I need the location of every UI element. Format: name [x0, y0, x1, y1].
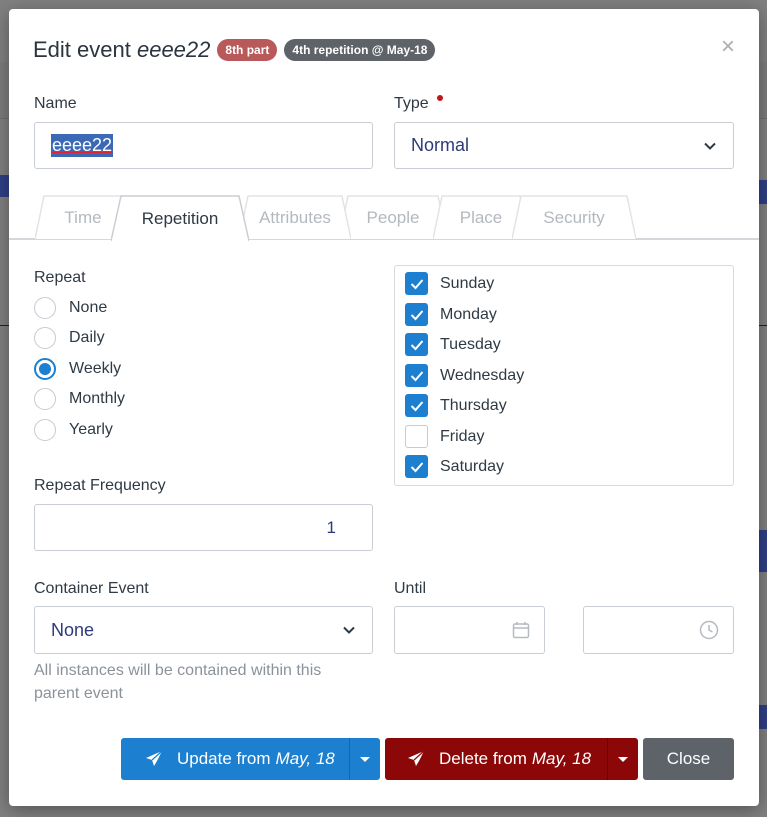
type-label: Type — [394, 95, 443, 113]
container-event-label: Container Event — [34, 580, 149, 597]
checkbox-checked[interactable] — [405, 303, 428, 326]
edit-event-modal: Edit event eeee22 8th part 4th repetitio… — [9, 9, 759, 806]
day-wednesday[interactable]: Wednesday — [405, 364, 524, 387]
day-saturday[interactable]: Saturday — [405, 455, 504, 478]
repeat-option-yearly[interactable]: Yearly — [34, 419, 113, 441]
day-tuesday[interactable]: Tuesday — [405, 333, 501, 356]
modal-header: Edit event eeee22 8th part 4th repetitio… — [33, 35, 735, 64]
repetition-badge: 4th repetition @ May-18 — [284, 39, 436, 61]
chevron-down-icon — [704, 142, 716, 150]
repeat-frequency-input[interactable]: 1 — [34, 504, 373, 551]
tab-security[interactable]: Security — [512, 195, 636, 240]
repeat-option-weekly[interactable]: Weekly — [34, 358, 121, 380]
event-name: eeee22 — [136, 37, 211, 62]
radio-button-selected[interactable] — [34, 358, 56, 380]
container-event-help: All instances will be contained within t… — [34, 662, 322, 702]
calendar-icon[interactable] — [512, 621, 530, 639]
delete-from-button[interactable]: Delete from May, 18 — [385, 738, 607, 780]
title-prefix: Edit event — [33, 37, 131, 62]
checkbox-checked[interactable] — [405, 333, 428, 356]
type-value: Normal — [411, 135, 470, 155]
day-friday[interactable]: Friday — [405, 425, 484, 448]
paper-plane-icon — [408, 750, 425, 766]
required-indicator — [436, 95, 443, 101]
radio-button[interactable] — [34, 297, 56, 319]
container-event-value: None — [51, 619, 95, 640]
radio-button[interactable] — [34, 388, 56, 410]
checkbox-checked[interactable] — [405, 272, 428, 295]
until-label: Until — [394, 580, 427, 597]
type-select[interactable]: Normal — [394, 122, 734, 169]
container-event-select[interactable]: None — [34, 606, 373, 654]
caret-down-icon — [618, 756, 628, 762]
name-value: eeee22 — [51, 134, 114, 157]
until-time-input[interactable] — [583, 606, 734, 654]
part-badge: 8th part — [217, 39, 278, 61]
modal-title: Edit event eeee22 — [33, 37, 210, 63]
paper-plane-icon — [146, 750, 163, 766]
name-input[interactable]: eeee22 — [34, 122, 373, 169]
clock-icon[interactable] — [699, 620, 719, 640]
checkbox-checked[interactable] — [405, 394, 428, 417]
close-icon[interactable]: × — [721, 35, 735, 59]
update-from-button[interactable]: Update from May, 18 — [121, 738, 349, 780]
repeat-option-monthly[interactable]: Monthly — [34, 388, 125, 410]
delete-options-dropdown[interactable] — [607, 738, 638, 780]
tab-people[interactable]: People — [339, 195, 447, 240]
checkbox-checked[interactable] — [405, 364, 428, 387]
repeat-option-none[interactable]: None — [34, 297, 107, 319]
checkbox-unchecked[interactable] — [405, 425, 428, 448]
until-date-input[interactable] — [394, 606, 545, 654]
tab-repetition[interactable]: Repetition — [111, 195, 249, 242]
repeat-option-daily[interactable]: Daily — [34, 327, 105, 349]
caret-down-icon — [360, 756, 370, 762]
tab-attributes[interactable]: Attributes — [239, 195, 351, 240]
day-sunday[interactable]: Sunday — [405, 272, 494, 295]
radio-button[interactable] — [34, 327, 56, 349]
update-options-dropdown[interactable] — [349, 738, 380, 780]
frequency-value: 1 — [326, 517, 336, 537]
repeat-label: Repeat — [34, 269, 86, 286]
weekday-checklist: Sunday Monday Tuesday Wednesday Thursday… — [394, 265, 734, 486]
name-label: Name — [34, 95, 77, 112]
chevron-down-icon — [343, 626, 355, 634]
day-monday[interactable]: Monday — [405, 303, 497, 326]
day-thursday[interactable]: Thursday — [405, 394, 507, 417]
repeat-frequency-label: Repeat Frequency — [34, 477, 166, 494]
checkbox-checked[interactable] — [405, 455, 428, 478]
radio-button[interactable] — [34, 419, 56, 441]
close-button[interactable]: Close — [643, 738, 734, 780]
